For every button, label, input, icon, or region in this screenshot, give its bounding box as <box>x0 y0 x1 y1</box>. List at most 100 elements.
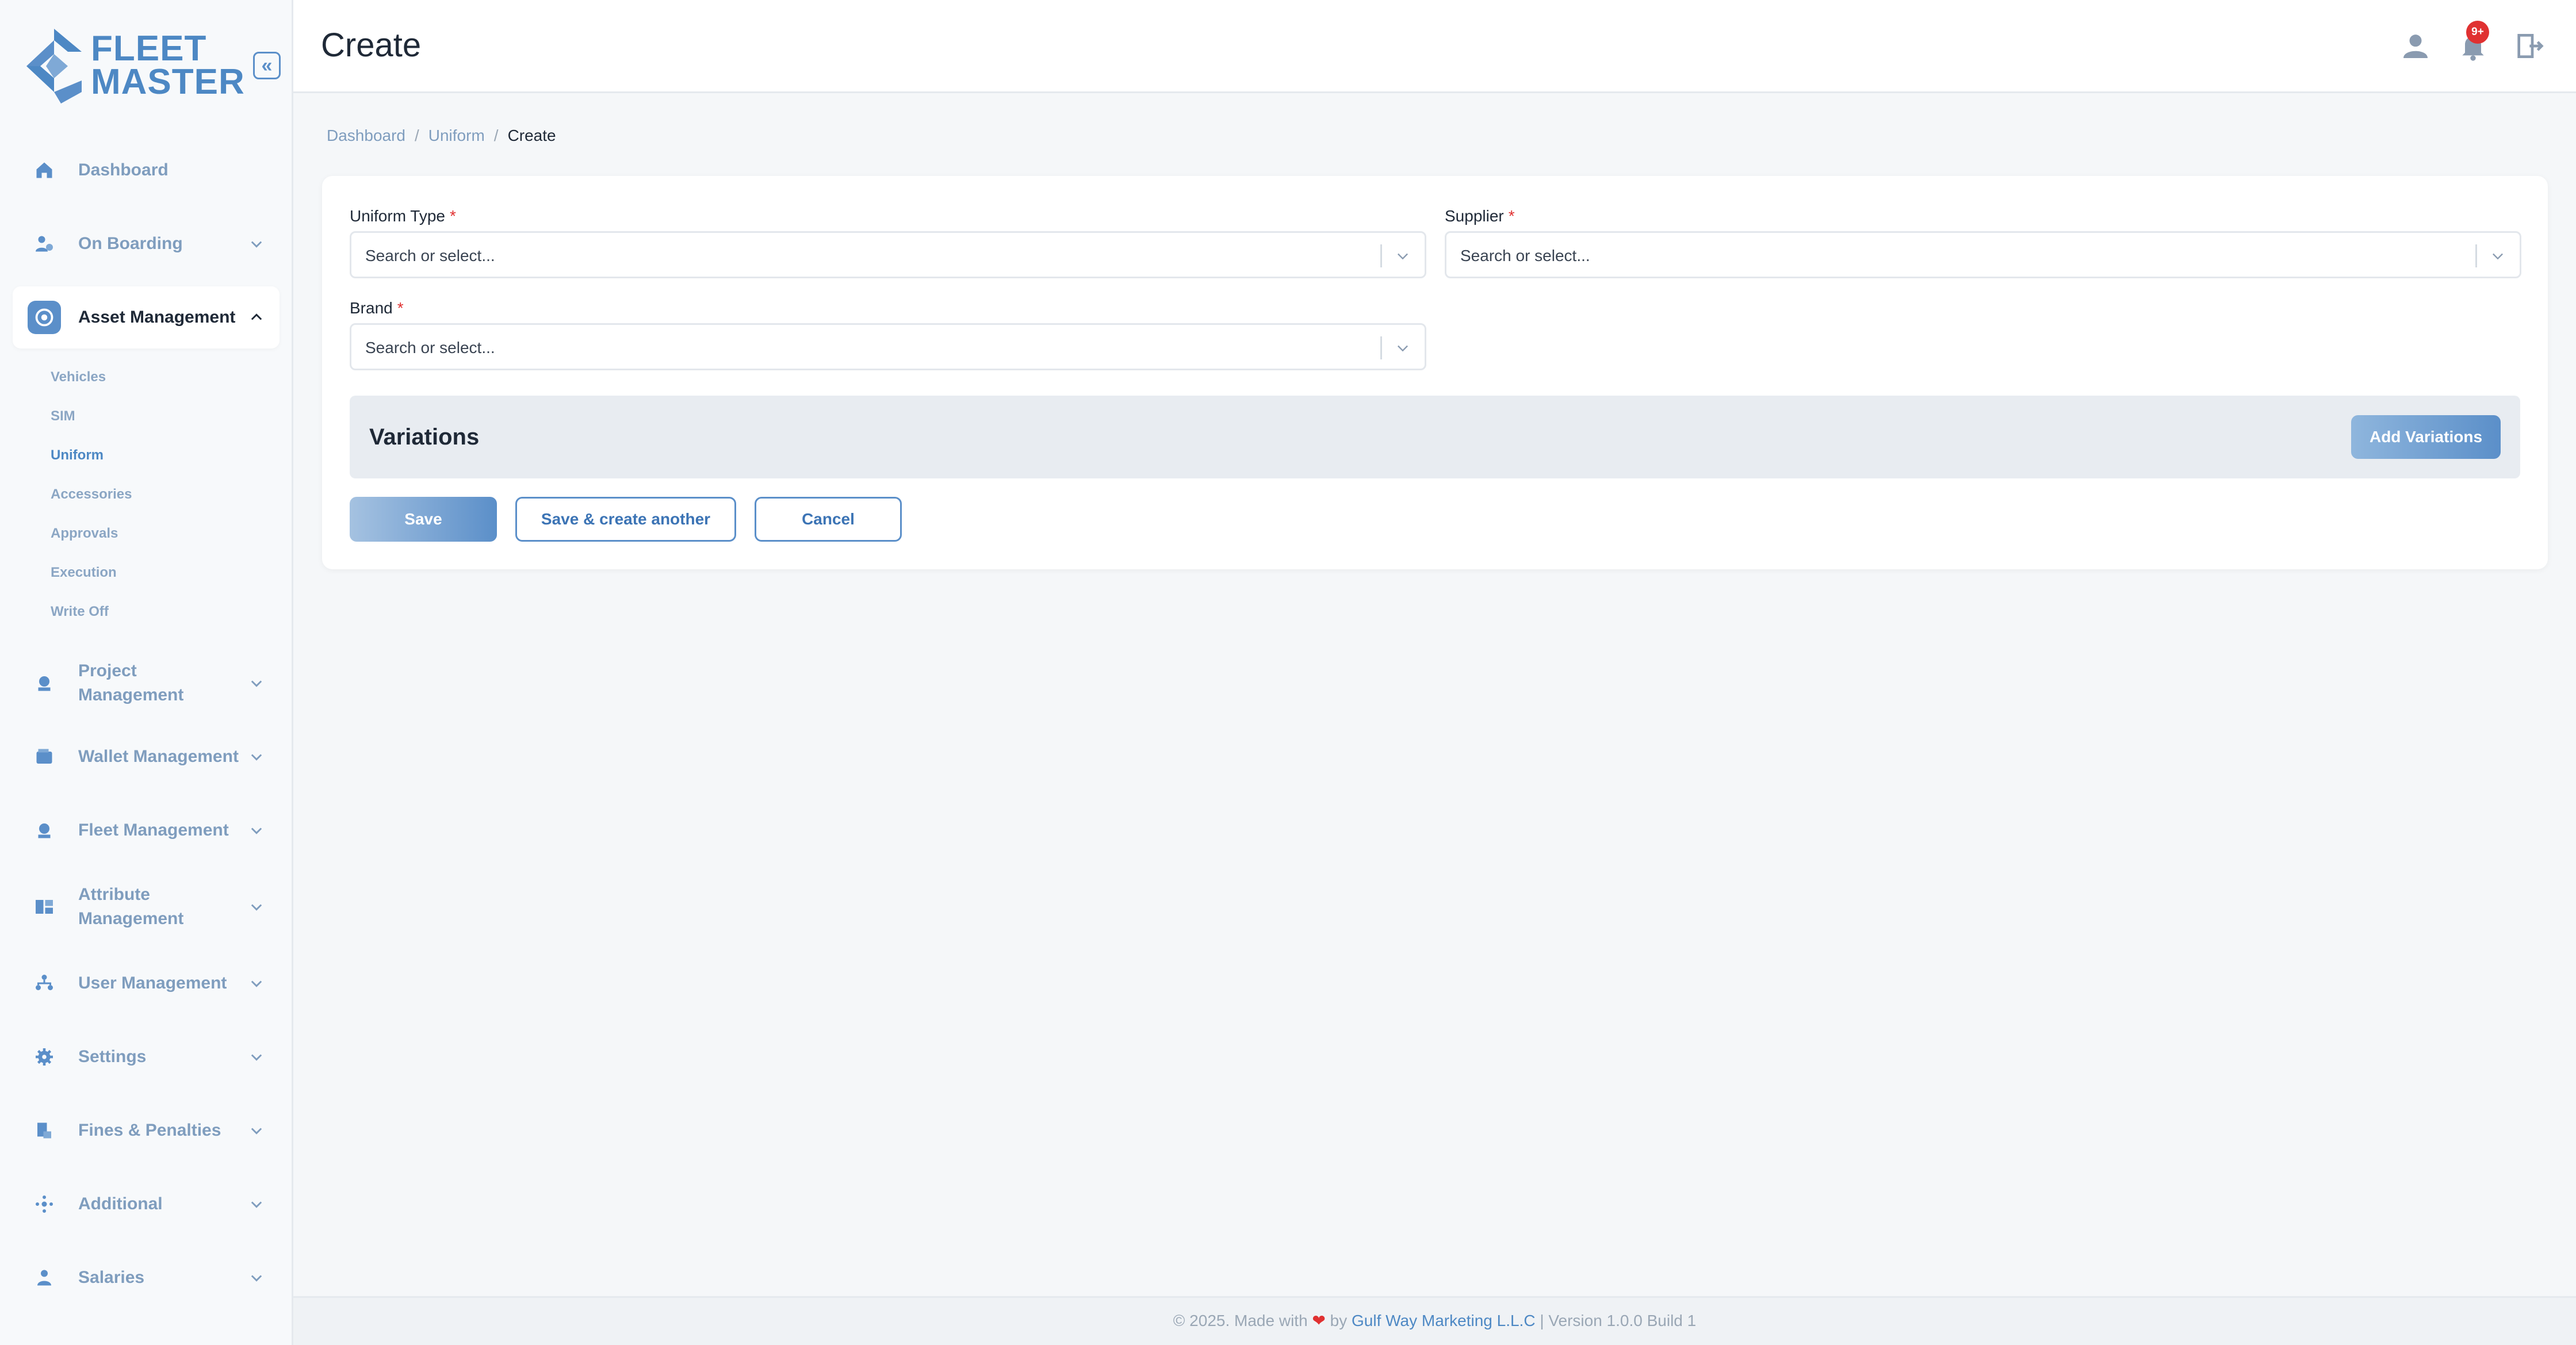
sidebar-item-salaries[interactable]: Salaries <box>13 1247 280 1309</box>
cancel-button[interactable]: Cancel <box>755 497 902 542</box>
sidebar-item-on-boarding[interactable]: On Boarding <box>13 213 280 275</box>
top-header: Create <box>293 0 2576 93</box>
gear-icon <box>28 1040 61 1074</box>
footer: © 2025. Made with ❤ by Gulf Way Marketin… <box>293 1296 2576 1345</box>
fleet-master-logo[interactable]: FLEET MASTER <box>26 29 245 104</box>
supplier-select[interactable]: Search or select... <box>1445 231 2521 278</box>
users-icon <box>28 967 61 1000</box>
breadcrumb-separator: / <box>493 127 499 144</box>
sidebar-item-label: Settings <box>78 1047 147 1066</box>
sidebar-item-wallet-management[interactable]: Wallet Management <box>13 726 280 788</box>
supplier-label: Supplier * <box>1445 207 1515 225</box>
brand-placeholder: Search or select... <box>365 339 495 357</box>
sidebar-item-settings[interactable]: Settings <box>13 1026 280 1088</box>
sidebar-item-fines-penalties[interactable]: Fines & Penalties <box>13 1099 280 1162</box>
sidebar-item-label: Asset Management <box>78 308 236 327</box>
submenu-item-vehicles[interactable]: Vehicles <box>51 358 280 397</box>
footer-by: by <box>1330 1312 1348 1329</box>
sidebar-item-user-management[interactable]: User Management <box>13 952 280 1014</box>
logo-mark-icon <box>26 29 82 104</box>
chevron-down-icon <box>251 1201 262 1208</box>
save-button[interactable]: Save <box>350 497 497 542</box>
sidebar-item-dashboard[interactable]: Dashboard <box>13 139 280 201</box>
footer-prefix: © 2025. Made with <box>1173 1312 1308 1329</box>
chevron-down-icon <box>251 754 262 761</box>
onboarding-icon <box>28 227 61 260</box>
chevron-down-icon[interactable] <box>2490 248 2506 264</box>
chevron-down-icon[interactable] <box>1395 248 1411 264</box>
chevron-up-icon <box>251 313 262 320</box>
footer-version: | Version 1.0.0 Build 1 <box>1540 1312 1697 1329</box>
heart-icon: ❤ <box>1312 1312 1326 1329</box>
collapse-sidebar-button[interactable]: « <box>253 52 281 79</box>
wallet-icon <box>28 740 61 773</box>
submenu-item-write-off[interactable]: Write Off <box>51 592 280 631</box>
submenu-item-execution[interactable]: Execution <box>51 553 280 592</box>
chevron-down-icon <box>251 904 262 911</box>
create-uniform-form: Uniform Type * Search or select... Suppli… <box>322 176 2548 569</box>
sidebar-item-label: On Boarding <box>78 234 183 253</box>
sidebar-item-label: Fleet Management <box>78 821 229 840</box>
sidebar-item-label: Additional <box>78 1194 163 1213</box>
save-create-another-button[interactable]: Save & create another <box>515 497 736 542</box>
submenu-item-accessories[interactable]: Accessories <box>51 475 280 514</box>
select-divider <box>1380 244 1382 267</box>
brand-label: Brand * <box>350 299 404 317</box>
logout-icon[interactable] <box>2512 30 2544 62</box>
chevron-down-icon[interactable] <box>1395 340 1411 356</box>
submenu-item-uniform[interactable]: Uniform <box>51 436 280 475</box>
sidebar-item-label: Dashboard <box>78 160 169 179</box>
sidebar-item-attribute-management[interactable]: Attribute Management <box>13 873 280 941</box>
fines-icon <box>28 1114 61 1147</box>
sidebar-item-asset-management[interactable]: Asset Management <box>13 286 280 348</box>
sidebar-item-label: Attribute Management <box>78 885 184 928</box>
sidebar-item-label: Salaries <box>78 1268 145 1287</box>
chevron-down-icon <box>251 827 262 834</box>
chevron-down-icon <box>251 241 262 248</box>
chevron-down-icon <box>251 980 262 987</box>
breadcrumb-dashboard[interactable]: Dashboard <box>327 127 405 144</box>
uniform-type-placeholder: Search or select... <box>365 247 495 265</box>
breadcrumb-uniform[interactable]: Uniform <box>428 127 485 144</box>
attribute-icon <box>28 890 61 924</box>
additional-icon <box>28 1187 61 1221</box>
breadcrumb-current: Create <box>507 127 556 144</box>
chevron-down-icon <box>251 1275 262 1282</box>
double-chevron-left-icon: « <box>261 55 273 76</box>
select-divider <box>2475 244 2477 267</box>
add-variations-button[interactable]: Add Variations <box>2351 415 2501 459</box>
sidebar: FLEET MASTER « Dashboard On Boarding Ass… <box>0 0 293 1345</box>
chevron-down-icon <box>251 1054 262 1061</box>
fleet-icon <box>28 814 61 847</box>
select-divider <box>1380 336 1382 359</box>
user-profile-icon[interactable] <box>2399 30 2432 62</box>
project-icon <box>28 666 61 700</box>
sidebar-item-label: User Management <box>78 974 227 993</box>
page-title: Create <box>321 26 422 64</box>
breadcrumb: Dashboard / Uniform / Create <box>327 124 556 147</box>
uniform-type-label: Uniform Type * <box>350 207 456 225</box>
sidebar-item-label: Wallet Management <box>78 747 239 766</box>
submenu-item-approvals[interactable]: Approvals <box>51 514 280 553</box>
variations-title: Variations <box>369 424 480 450</box>
footer-company-link[interactable]: Gulf Way Marketing L.L.C <box>1352 1312 1536 1329</box>
logo-text: FLEET MASTER <box>91 29 245 102</box>
variations-section: Variations Add Variations <box>350 396 2520 478</box>
chevron-down-icon <box>251 680 262 687</box>
sidebar-item-project-management[interactable]: Project Management <box>13 652 280 714</box>
supplier-placeholder: Search or select... <box>1460 247 1590 265</box>
sidebar-nav: Dashboard On Boarding Asset Management V… <box>13 139 280 1320</box>
salaries-icon <box>28 1261 61 1294</box>
uniform-type-select[interactable]: Search or select... <box>350 231 1426 278</box>
sidebar-item-additional[interactable]: Additional <box>13 1173 280 1235</box>
sidebar-item-label: Fines & Penalties <box>78 1121 221 1140</box>
brand-select[interactable]: Search or select... <box>350 323 1426 370</box>
home-icon <box>28 154 61 187</box>
asset-icon <box>28 301 61 334</box>
asset-management-submenu: Vehicles SIM Uniform Accessories Approva… <box>51 358 280 631</box>
notification-badge: 9+ <box>2466 21 2489 44</box>
sidebar-item-fleet-management[interactable]: Fleet Management <box>13 799 280 861</box>
submenu-item-sim[interactable]: SIM <box>51 397 280 436</box>
sidebar-item-label: Project Management <box>78 661 184 704</box>
breadcrumb-separator: / <box>414 127 419 144</box>
